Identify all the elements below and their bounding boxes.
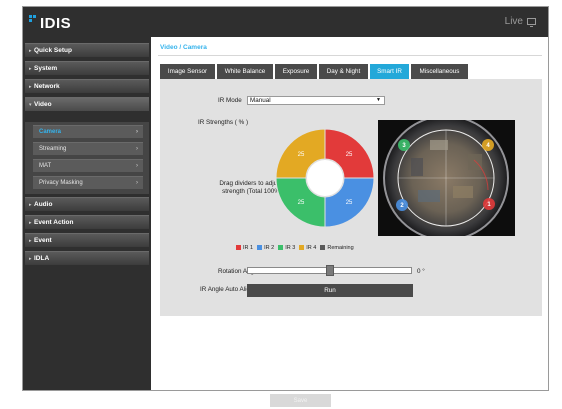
dropdown-arrow-icon: ▼ <box>376 97 381 103</box>
submenu-item-label: Streaming <box>39 146 67 152</box>
donut-value-ir3: 25 <box>298 200 305 206</box>
main-content: Video / Camera Image Sensor White Balanc… <box>151 37 548 390</box>
ir-strength-donut[interactable]: 25 25 25 25 <box>274 127 376 229</box>
sidebar-item-label: Quick Setup <box>34 47 72 54</box>
video-submenu: Camera › Streaming › MAT › Privacy Masking › <box>25 122 149 194</box>
top-bar: IDIS Live <box>23 7 548 37</box>
sidebar-item-audio[interactable]: ▸ Audio <box>25 197 149 211</box>
sidebar-item-video[interactable]: ▾ Video <box>25 97 149 111</box>
chevron-right-icon: › <box>136 129 138 135</box>
sidebar-item-event-action[interactable]: ▸ Event Action <box>25 215 149 229</box>
submenu-item-camera[interactable]: Camera › <box>33 125 143 138</box>
drag-hint: Drag dividers to adjust strength (Total … <box>178 180 282 196</box>
legend-swatch-ir1 <box>236 245 241 251</box>
submenu-item-mat[interactable]: MAT › <box>33 159 143 172</box>
legend-label: IR 3 <box>285 245 296 251</box>
ir-mode-select[interactable]: Manual ▼ <box>247 96 385 105</box>
monitor-icon <box>527 18 536 27</box>
chevron-right-icon: ▸ <box>29 84 32 90</box>
tab-white-balance[interactable]: White Balance <box>217 64 273 79</box>
sidebar-item-label: Video <box>34 101 52 108</box>
tab-miscellaneous[interactable]: Miscellaneous <box>411 64 468 79</box>
chevron-down-icon: ▾ <box>29 102 32 108</box>
drag-hint-line: Drag dividers to adjust <box>219 180 282 187</box>
legend-label: IR 1 <box>243 245 254 251</box>
legend-swatch-ir2 <box>257 245 263 251</box>
chevron-right-icon: ▸ <box>29 220 32 226</box>
sidebar-item-label: Network <box>34 83 60 90</box>
rotation-slider-thumb[interactable] <box>325 265 334 276</box>
tab-day-night[interactable]: Day & Night <box>319 64 368 79</box>
sidebar-item-network[interactable]: ▸ Network <box>25 79 149 93</box>
chevron-right-icon: ▸ <box>29 48 32 54</box>
legend-label: IR 4 <box>306 245 317 251</box>
sidebar-item-label: System <box>34 65 58 72</box>
sidebar: ▸ Quick Setup ▸ System ▸ Network ▾ Video Cam… <box>23 37 151 390</box>
fisheye-image: 123 4 <box>378 120 515 236</box>
legend-swatch-ir4 <box>299 245 305 251</box>
ir-mode-label: IR Mode <box>218 97 242 104</box>
sidebar-item-label: Audio <box>34 201 53 208</box>
run-button[interactable]: Run <box>247 284 413 297</box>
drag-hint-line: strength (Total 100%) <box>222 188 282 195</box>
legend-ir3: IR 3 <box>278 245 295 251</box>
chevron-right-icon: › <box>136 180 138 186</box>
camera-preview: 1234 <box>378 120 515 236</box>
sidebar-item-event[interactable]: ▸ Event <box>25 233 149 247</box>
live-label: Live <box>504 16 523 27</box>
divider <box>158 55 542 56</box>
submenu-item-privacy-masking[interactable]: Privacy Masking › <box>33 176 143 189</box>
breadcrumb: Video / Camera <box>160 44 207 51</box>
legend-swatch-remaining <box>320 245 326 251</box>
legend-label: Remaining <box>327 245 354 251</box>
tab-smart-ir[interactable]: Smart IR <box>370 64 409 79</box>
donut-value-ir2: 25 <box>346 200 353 206</box>
legend-label: IR 2 <box>264 245 275 251</box>
chevron-right-icon: ▸ <box>29 238 32 244</box>
chevron-right-icon: ▸ <box>29 202 32 208</box>
live-button[interactable]: Live <box>505 16 536 27</box>
sidebar-item-quick-setup[interactable]: ▸ Quick Setup <box>25 43 149 57</box>
sidebar-item-idla[interactable]: ▸ IDLA <box>25 251 149 265</box>
app-window: IDIS Live ▸ Quick Setup ▸ System ▸ Network … <box>22 6 549 391</box>
legend: IR 1 IR 2 IR 3 IR 4 Remaining <box>236 245 354 251</box>
smart-ir-panel: IR Mode Manual ▼ IR Strengths ( % ) Drag… <box>160 79 542 316</box>
legend-ir4: IR 4 <box>299 245 316 251</box>
save-button[interactable]: Save <box>270 394 331 407</box>
tab-image-sensor[interactable]: Image Sensor <box>160 64 215 79</box>
legend-ir1: IR 1 <box>236 245 253 251</box>
legend-remaining: Remaining <box>320 245 354 251</box>
tab-bar: Image Sensor White Balance Exposure Day … <box>160 64 468 79</box>
submenu-item-streaming[interactable]: Streaming › <box>33 142 143 155</box>
sidebar-item-label: Event <box>34 237 52 244</box>
ir-angle-auto-align-label: IR Angle Auto Align <box>200 286 254 293</box>
donut-hole <box>307 160 343 196</box>
submenu-item-label: Camera <box>39 129 62 135</box>
legend-swatch-ir3 <box>278 245 284 251</box>
logo-mark-icon <box>29 15 38 31</box>
rotation-value: 0 ° <box>417 268 425 275</box>
chevron-right-icon: ▸ <box>29 256 32 262</box>
submenu-item-label: MAT <box>39 163 52 169</box>
logo-text: IDIS <box>40 15 72 32</box>
chevron-right-icon: ▸ <box>29 66 32 72</box>
legend-ir2: IR 2 <box>257 245 274 251</box>
tab-exposure[interactable]: Exposure <box>275 64 317 79</box>
sidebar-item-label: Event Action <box>34 219 74 226</box>
ir-mode-value: Manual <box>250 97 271 104</box>
submenu-item-label: Privacy Masking <box>39 180 83 186</box>
donut-value-ir1: 25 <box>346 152 353 158</box>
chevron-right-icon: › <box>136 163 138 169</box>
sidebar-item-system[interactable]: ▸ System <box>25 61 149 75</box>
idis-logo: IDIS <box>29 13 71 31</box>
chevron-right-icon: › <box>136 146 138 152</box>
sidebar-item-label: IDLA <box>34 255 50 262</box>
ir-strengths-label: IR Strengths ( % ) <box>198 119 249 126</box>
donut-value-ir4: 25 <box>298 152 305 158</box>
